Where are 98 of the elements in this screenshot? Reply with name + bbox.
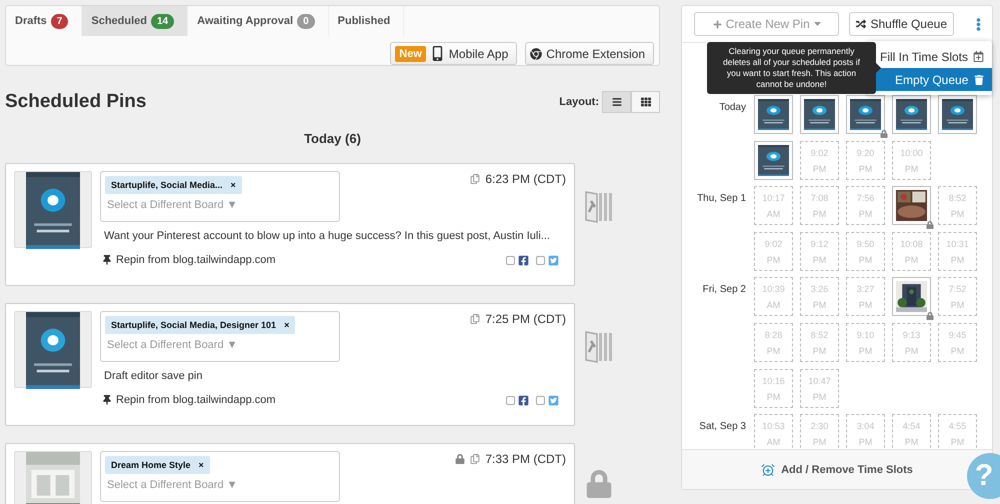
remove-button[interactable]: × bbox=[230, 180, 236, 190]
time-slot[interactable]: 10:31 PM bbox=[938, 232, 977, 271]
lock-icon bbox=[585, 470, 613, 498]
time-slot[interactable]: 7:52 PM bbox=[938, 277, 977, 316]
grid-view-button[interactable] bbox=[631, 91, 660, 113]
lock-icon bbox=[926, 221, 934, 229]
board-placeholder: Select a Different Board ▼ bbox=[106, 479, 239, 491]
pin-description: Draft editor save pin bbox=[104, 370, 204, 382]
time-slot[interactable]: 10:17 AM bbox=[754, 186, 793, 225]
scheduled-pin[interactable] bbox=[938, 95, 977, 134]
facebook-icon bbox=[518, 255, 529, 266]
time-slot[interactable]: 10:08 PM bbox=[892, 232, 931, 271]
scheduled-pin[interactable] bbox=[800, 95, 839, 134]
pin-stack-icon bbox=[585, 330, 613, 364]
tooltip-arrow bbox=[876, 63, 881, 74]
time-slot[interactable]: 9:20 PM bbox=[846, 141, 885, 180]
checkbox[interactable] bbox=[536, 396, 545, 405]
thumbtack-icon bbox=[102, 255, 112, 265]
time-slot[interactable]: 9:02 PM bbox=[754, 232, 793, 271]
board-name: Startuplife, Social Media... bbox=[111, 180, 223, 190]
pin-source: Repin from blog.tailwindapp.com bbox=[116, 394, 276, 406]
scheduled-pin[interactable] bbox=[754, 95, 793, 134]
time-slot[interactable]: 9:13 PM bbox=[892, 323, 931, 362]
board-field[interactable]: Dream Home Style × Select a Different Board ▼ bbox=[100, 451, 340, 502]
list-view-button[interactable] bbox=[602, 91, 631, 113]
twitter-icon bbox=[548, 395, 559, 406]
chrome-extension-button[interactable]: Chrome Extension bbox=[525, 42, 654, 65]
board-placeholder: Select a Different Board ▼ bbox=[106, 339, 239, 351]
copy-icon bbox=[470, 314, 480, 324]
mobile-app-button[interactable]: New Mobile App bbox=[390, 42, 518, 65]
time-slot[interactable]: 3:27 PM bbox=[846, 277, 885, 316]
copy-icon bbox=[470, 174, 480, 184]
board-placeholder: Select a Different Board ▼ bbox=[106, 199, 239, 211]
tab[interactable]: Awaiting Approval 0 bbox=[188, 6, 329, 36]
time-slot[interactable]: 7:56 PM bbox=[846, 186, 885, 225]
calendar-plus-icon bbox=[973, 51, 984, 62]
remove-button[interactable]: × bbox=[198, 460, 204, 470]
pin-time: 7:33 PM (CDT) bbox=[485, 452, 566, 466]
chrome-icon bbox=[530, 48, 542, 60]
count-badge: 7 bbox=[50, 14, 68, 28]
help-button[interactable]: ? bbox=[967, 453, 1000, 499]
time-slot[interactable]: 10:39 AM bbox=[754, 277, 793, 316]
board-name: Startuplife, Social Media, Designer 101 bbox=[111, 320, 276, 330]
alarm-clock-icon bbox=[761, 462, 776, 476]
tooltip: Clearing your queue permanently deletes all of your scheduled posts if you want to start fresh. This action cannot be undone! bbox=[707, 42, 876, 94]
scheduled-pin[interactable] bbox=[754, 141, 793, 180]
caret-icon bbox=[814, 22, 821, 26]
pin-time: 6:23 PM (CDT) bbox=[485, 172, 566, 186]
time-slot[interactable]: 8:28 PM bbox=[754, 323, 793, 362]
time-slot[interactable]: 7:08 PM bbox=[800, 186, 839, 225]
pin-description: Want your Pinterest account to blow up into a huge success? In this guest post, Austin Iuli... bbox=[104, 230, 551, 242]
time-slot[interactable]: 10:47 PM bbox=[800, 369, 839, 408]
lock-icon bbox=[880, 130, 888, 138]
grid-icon bbox=[640, 97, 650, 107]
checkbox[interactable] bbox=[506, 396, 515, 405]
scheduled-pin[interactable] bbox=[892, 95, 931, 134]
remove-button[interactable]: × bbox=[284, 320, 290, 330]
board-field[interactable]: Startuplife, Social Media... × Select a Different Board ▼ bbox=[100, 171, 340, 222]
pin-stack-icon bbox=[585, 190, 613, 224]
checkbox[interactable] bbox=[506, 256, 515, 265]
pin-source: Repin from blog.tailwindapp.com bbox=[116, 254, 276, 266]
facebook-icon bbox=[518, 395, 529, 406]
new-badge: New bbox=[395, 46, 426, 62]
time-slot[interactable]: 8:52 PM bbox=[800, 323, 839, 362]
day-label: Today bbox=[718, 101, 746, 115]
thumbtack-icon bbox=[102, 395, 112, 405]
page-heading: Scheduled Pins bbox=[5, 91, 146, 113]
twitter-icon bbox=[548, 255, 559, 266]
tab[interactable]: Scheduled 14 bbox=[82, 6, 188, 36]
board-field[interactable]: Startuplife, Social Media, Designer 101 × Select a Different Board ▼ bbox=[100, 311, 340, 362]
time-slot[interactable]: 10:16 PM bbox=[754, 369, 793, 408]
list-icon bbox=[612, 97, 622, 107]
shuffle-button[interactable]: Shuffle Queue bbox=[849, 12, 954, 36]
copy-icon bbox=[470, 454, 480, 464]
count-badge: 14 bbox=[150, 14, 174, 28]
time-slot[interactable]: 9:10 PM bbox=[846, 323, 885, 362]
day-label: Fri, Sep 2 bbox=[702, 283, 746, 297]
board-name: Dream Home Style bbox=[111, 460, 191, 470]
day-label: Thu, Sep 1 bbox=[696, 192, 746, 206]
checkbox[interactable] bbox=[536, 256, 545, 265]
plus-icon bbox=[712, 20, 722, 28]
day-heading: Today (6) bbox=[303, 131, 362, 146]
count-badge: 0 bbox=[297, 14, 315, 28]
time-slot[interactable]: 9:50 PM bbox=[846, 232, 885, 271]
tab[interactable]: Published bbox=[328, 6, 404, 36]
create-pin-button[interactable]: Create New Pin bbox=[694, 12, 840, 36]
layout-label: Layout: bbox=[559, 96, 599, 108]
lock-icon bbox=[926, 312, 934, 320]
shuffle-icon bbox=[856, 19, 866, 29]
trash-icon bbox=[974, 74, 984, 84]
time-slot[interactable]: 10:00 PM bbox=[892, 141, 931, 180]
time-slot[interactable]: 9:02 PM bbox=[800, 141, 839, 180]
time-slot[interactable]: 3:26 PM bbox=[800, 277, 839, 316]
time-slot[interactable]: 9:12 PM bbox=[800, 232, 839, 271]
pin-time: 7:25 PM (CDT) bbox=[485, 312, 566, 326]
time-slot[interactable]: 9:45 PM bbox=[938, 323, 977, 362]
time-slot[interactable]: 8:52 PM bbox=[938, 186, 977, 225]
day-label: Sat, Sep 3 bbox=[698, 420, 746, 434]
